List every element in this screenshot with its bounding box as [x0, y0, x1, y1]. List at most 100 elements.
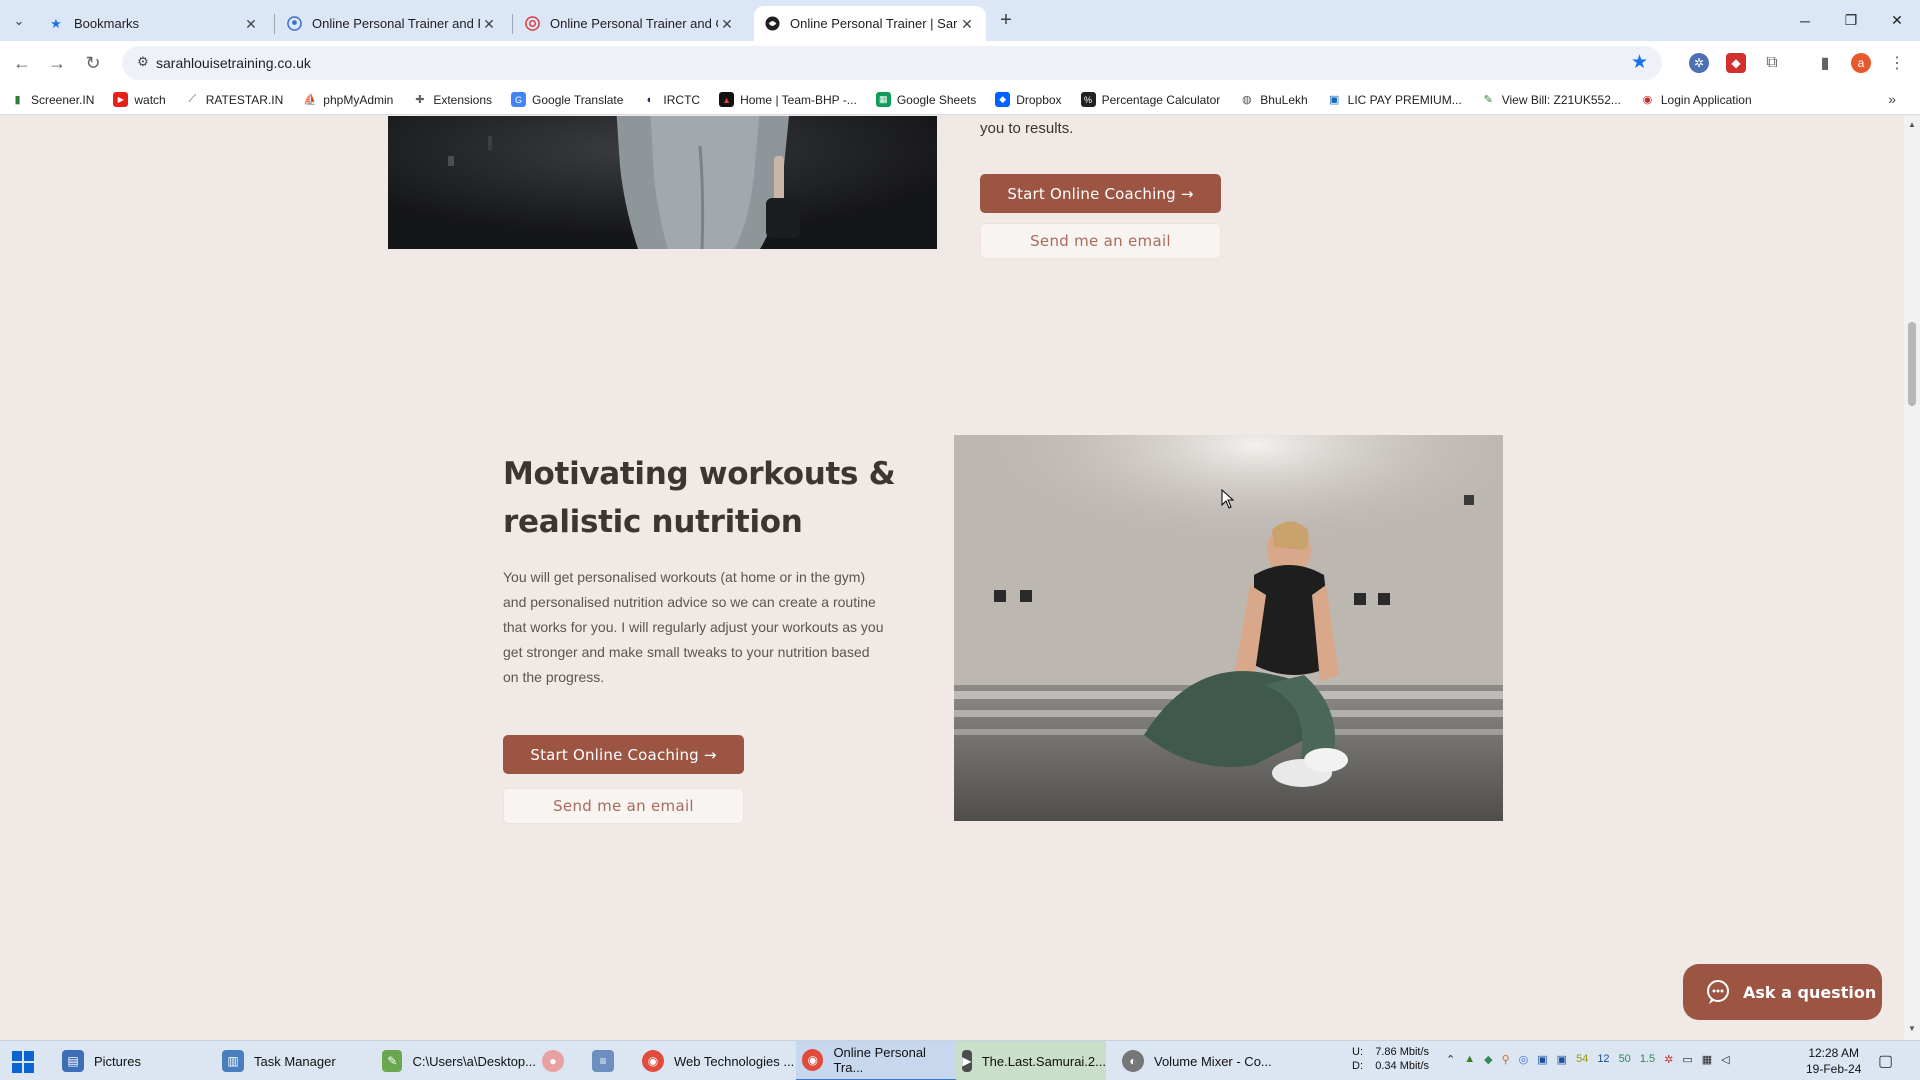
shield-icon[interactable]: ◆ [1726, 53, 1746, 73]
system-clock[interactable]: 12:28 AM 19-Feb-24 [1806, 1045, 1861, 1077]
send-email-button-top[interactable]: Send me an email [980, 223, 1221, 259]
site-icon [764, 16, 780, 32]
scroll-up-icon[interactable]: ▲ [1908, 120, 1916, 129]
back-icon[interactable]: ← [8, 49, 36, 77]
close-window-icon[interactable]: ✕ [1874, 0, 1920, 41]
menu-icon[interactable]: ⋮ [1887, 53, 1907, 73]
bookmark-star-icon[interactable]: ★ [1631, 51, 1648, 74]
volume-icon[interactable]: ◁ [1721, 1053, 1729, 1066]
tab-strip: ⌄ ★ Bookmarks ✕ Online Personal Trainer … [0, 0, 1920, 41]
net-up-label: U: [1352, 1046, 1363, 1058]
bookmark-label: Google Sheets [896, 92, 977, 107]
bookmark-login-application[interactable]: ◉ Login Application [1640, 92, 1752, 107]
tab-online-trainer-2[interactable]: Online Personal Trainer and Onl ✕ [514, 6, 746, 41]
bookmark-ratestar[interactable]: ⟋ RATESTAR.IN [185, 92, 283, 107]
restore-icon[interactable]: ❐ [1828, 0, 1874, 41]
scroll-down-icon[interactable]: ▼ [1908, 1024, 1916, 1033]
tab-bookmarks[interactable]: ★ Bookmarks ✕ [38, 6, 270, 41]
clock-time: 12:28 AM [1808, 1046, 1860, 1060]
puzzle-icon: ✚ [415, 94, 425, 106]
start-online-coaching-button[interactable]: Start Online Coaching → [503, 735, 744, 774]
bookmark-extensions[interactable]: ✚ Extensions [412, 92, 492, 107]
forward-icon[interactable]: → [43, 49, 71, 77]
windows-start-icon[interactable] [12, 1051, 34, 1073]
notification-icon[interactable]: ▢ [1878, 1051, 1893, 1071]
site-icon [286, 16, 302, 32]
bookmark-google-sheets[interactable]: ▦ Google Sheets [875, 92, 977, 107]
bookmark-dropbox[interactable]: ◆ Dropbox [995, 92, 1062, 107]
page-scrollbar[interactable]: ▲ ▼ [1904, 116, 1920, 1040]
tab-search-icon[interactable]: ⌄ [8, 10, 30, 32]
tray-app-icon[interactable]: ▣ [1537, 1053, 1547, 1066]
battery-icon[interactable]: ▭ [1682, 1053, 1692, 1066]
tray-app-icon[interactable]: ▣ [1557, 1053, 1567, 1066]
bookmark-phpmyadmin[interactable]: ⛵ phpMyAdmin [302, 92, 393, 107]
tray-app-icon[interactable]: ✲ [1664, 1053, 1673, 1066]
dropbox-icon: ◆ [995, 92, 1011, 107]
page-content: you to results. Start Online Coaching → … [0, 116, 1904, 1040]
chevron-up-icon[interactable]: ⌃ [1446, 1053, 1455, 1066]
login-icon: ◉ [1642, 94, 1653, 106]
scroll-thumb[interactable] [1908, 322, 1916, 406]
app-icon: ● [542, 1050, 564, 1072]
taskbar-item-task-manager[interactable]: ▥ Task Manager [216, 1041, 376, 1080]
net-down-label: D: [1352, 1060, 1363, 1072]
bookmark-team-bhp[interactable]: ▲ Home | Team-BHP -... [719, 92, 857, 107]
bookmark-lic-pay-premium[interactable]: ▣ LIC PAY PREMIUM... [1327, 92, 1462, 107]
close-icon[interactable]: ✕ [242, 15, 260, 33]
sheets-icon: ▦ [875, 92, 891, 107]
start-online-coaching-button-top[interactable]: Start Online Coaching → [980, 174, 1221, 213]
puzzle-icon[interactable]: ⧉ [1762, 53, 1782, 73]
url-text[interactable]: sarahlouisetraining.co.uk [156, 55, 311, 71]
search-icon[interactable]: ⚲ [1502, 1053, 1510, 1066]
tray-value: 50 [1618, 1053, 1631, 1065]
taskbar-label: Volume Mixer - Co... [1154, 1053, 1272, 1069]
extension-icon[interactable]: ✲ [1689, 53, 1709, 73]
chevron-double-right-icon[interactable]: » [1888, 91, 1896, 107]
bar-chart-icon: ▮ [14, 94, 21, 106]
taskbar-item-volume-mixer[interactable]: ◐ Volume Mixer - Co... [1116, 1041, 1276, 1080]
bookmark-irctc[interactable]: ◐ IRCTC [642, 92, 701, 107]
address-bar[interactable]: ⚙ sarahlouisetraining.co.uk ★ [122, 46, 1662, 80]
taskbar-label: C:\Users\a\Desktop... [412, 1053, 536, 1069]
bookmark-bhulekh[interactable]: ◍ BhuLekh [1239, 92, 1308, 107]
close-icon[interactable]: ✕ [958, 15, 976, 33]
close-icon[interactable]: ✕ [718, 15, 736, 33]
tray-app-icon[interactable]: ◆ [1484, 1053, 1492, 1066]
site-info-icon[interactable]: ⚙ [134, 54, 152, 72]
taskbar-item-notepad-plus[interactable]: ✎ C:\Users\a\Desktop... [376, 1041, 536, 1080]
reload-icon[interactable]: ↻ [79, 49, 107, 77]
network-icon[interactable]: ▦ [1702, 1053, 1712, 1066]
section-body: You will get personalised workouts (at h… [503, 569, 884, 685]
bookmark-watch[interactable]: ▶ watch [113, 92, 166, 107]
task-manager-icon: ▥ [222, 1050, 244, 1072]
close-icon[interactable]: ✕ [480, 15, 498, 33]
tab-online-trainer-active[interactable]: Online Personal Trainer | Sarah ✕ [754, 6, 986, 41]
bookmark-view-bill[interactable]: ✎ View Bill: Z21UK552... [1481, 92, 1621, 107]
taskbar-item-pictures[interactable]: ▤ Pictures [56, 1041, 216, 1080]
taskbar-item-media-player[interactable]: ▶ The.Last.Samurai.2... [956, 1041, 1106, 1080]
intro-text-tail: you to results. [980, 120, 1074, 137]
taskbar-item-online-personal-trainer[interactable]: ◉ Online Personal Tra... [796, 1041, 956, 1080]
tab-online-trainer-1[interactable]: Online Personal Trainer and Fit ✕ [276, 6, 508, 41]
bookmark-percentage-calculator[interactable]: % Percentage Calculator [1080, 92, 1220, 107]
send-email-button[interactable]: Send me an email [503, 788, 744, 824]
bookmark-google-translate[interactable]: G Google Translate [511, 92, 623, 107]
side-panel-icon[interactable]: ▮ [1815, 53, 1835, 73]
ask-question-button[interactable]: Ask a question [1683, 964, 1882, 1020]
avatar[interactable]: a [1851, 53, 1871, 73]
taskbar-item-notepad[interactable]: ≡ [586, 1041, 630, 1080]
tray-app-icon[interactable]: ◎ [1519, 1053, 1529, 1066]
folder-icon: ▤ [62, 1050, 84, 1072]
bookmark-screener[interactable]: ▮ Screener.IN [10, 92, 94, 107]
net-up: 7.86 Mbit/s [1375, 1046, 1430, 1058]
taskbar-item-app[interactable]: ● [536, 1041, 580, 1080]
ratestar-icon: ⟋ [188, 93, 197, 105]
taskbar-item-web-technologies[interactable]: ◉ Web Technologies ... [636, 1041, 796, 1080]
star-icon: ★ [50, 15, 62, 31]
tray-app-icon[interactable]: ▲ [1464, 1053, 1475, 1066]
minimize-icon[interactable]: ─ [1782, 0, 1828, 41]
new-tab-button[interactable]: + [994, 8, 1018, 32]
gym-photo-top [388, 116, 937, 249]
taskbar-label: Web Technologies ... [674, 1053, 795, 1069]
